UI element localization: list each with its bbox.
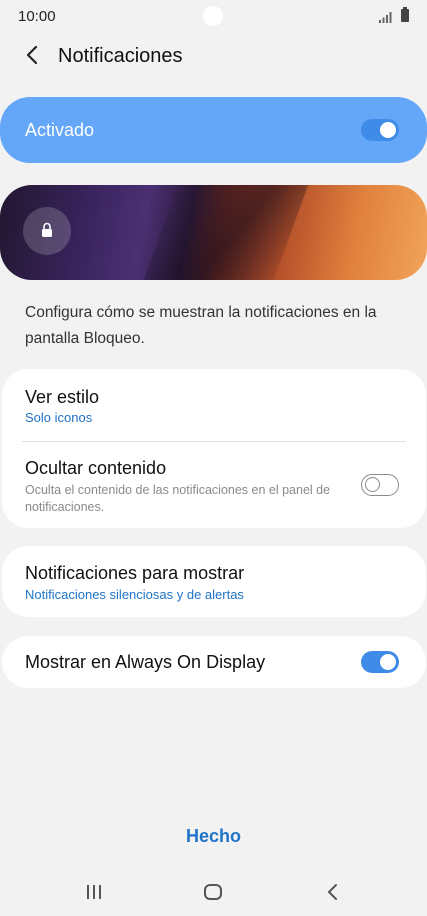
toggle-knob [365, 477, 380, 492]
lock-badge [23, 207, 71, 255]
description-text: Configura cómo se muestran la notificaci… [25, 304, 377, 347]
toggle-knob [380, 122, 396, 138]
ocultar-contenido-row[interactable]: Ocultar contenido Oculta el contenido de… [2, 442, 426, 528]
notificaciones-para-mostrar-value: Notificaciones silenciosas y de alertas [25, 587, 244, 602]
ver-estilo-title: Ver estilo [25, 387, 100, 407]
notificaciones-para-mostrar-row[interactable]: Notificaciones para mostrar Notificacion… [2, 546, 426, 617]
always-on-display-row[interactable]: Mostrar en Always On Display [2, 636, 426, 688]
done-button[interactable]: Hecho [0, 826, 427, 847]
always-on-display-title: Mostrar en Always On Display [25, 652, 266, 672]
master-switch-row[interactable]: Activado [0, 97, 427, 163]
ocultar-contenido-title: Ocultar contenido [25, 458, 167, 478]
ocultar-contenido-subtitle: Oculta el contenido de las notificacione… [25, 483, 331, 514]
ver-estilo-row[interactable]: Ver estilo Solo iconos [2, 369, 426, 441]
front-camera [203, 6, 223, 26]
ocultar-contenido-toggle[interactable] [361, 474, 399, 496]
always-on-display-toggle[interactable] [361, 651, 399, 673]
recent-apps-icon[interactable] [82, 880, 106, 904]
navigation-bar [0, 870, 427, 916]
status-bar: 10:00 [0, 0, 427, 34]
battery-icon [401, 7, 409, 22]
page-title: Notificaciones [58, 45, 183, 67]
app-header: Notificaciones [0, 34, 427, 80]
toggle-knob [380, 654, 396, 670]
master-toggle[interactable] [361, 119, 399, 141]
settings-card-style: Ver estilo Solo iconos Ocultar contenido… [2, 369, 426, 528]
notificaciones-para-mostrar-title: Notificaciones para mostrar [25, 563, 245, 583]
home-icon[interactable] [201, 880, 225, 904]
lock-icon [42, 222, 52, 237]
ver-estilo-value: Solo iconos [25, 410, 93, 425]
lock-screen-preview [0, 185, 427, 280]
master-switch-label: Activado [25, 120, 95, 140]
status-time: 10:00 [18, 8, 56, 25]
signal-icon [379, 12, 392, 23]
back-nav-icon[interactable] [321, 880, 345, 904]
back-arrow-icon[interactable] [22, 44, 44, 66]
